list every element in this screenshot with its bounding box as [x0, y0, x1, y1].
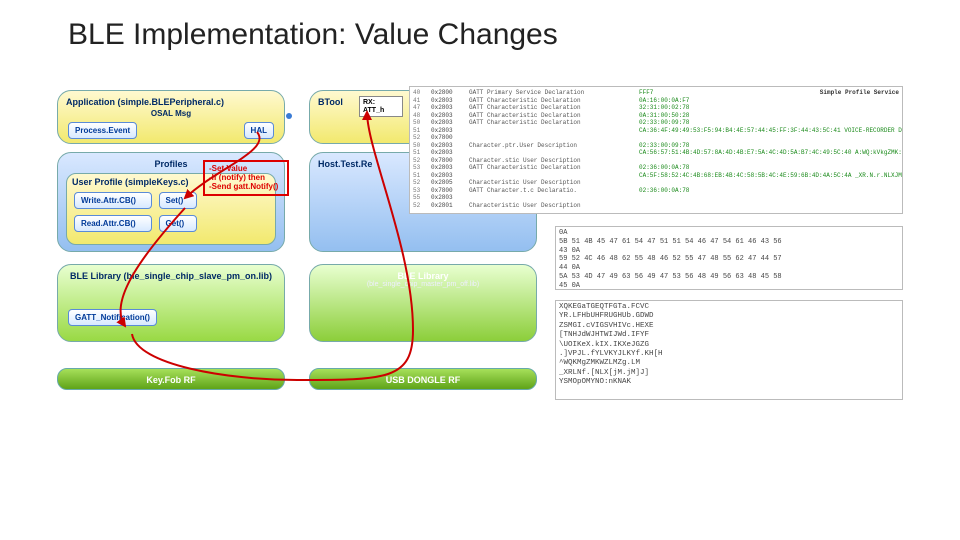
hex-line: 43 0A [559, 247, 899, 256]
ble-library-master-sub: (ble_single_chip_master_pm_off.lib) [318, 281, 528, 288]
gatt-notification-btn: GATT_Notification() [68, 309, 157, 326]
set-value-callout: -Set Value -If (notify) then -Send gatt.… [203, 160, 289, 196]
hex-dump: 0A5B 51 4B 45 47 61 54 47 51 51 54 46 47… [555, 226, 903, 290]
application-label: Application (simple.BLEPeripheral.c) [66, 97, 224, 107]
blob-line: XQKEGaTGEQTFGTa.FCVC [559, 303, 899, 312]
attribute-row: 530x7800GATT Character.t.c Declaratio.02… [413, 187, 899, 195]
blob-line: .]VPJL.fYLVKYJLKYf.KH[H [559, 350, 899, 359]
osal-msg-label: OSAL Msg [66, 109, 276, 118]
blob-line: ^WQKMgZMKWZLMZg.LM [559, 359, 899, 368]
blob-line: ZSMGI.cVIGSVHIVc.HEXE [559, 322, 899, 331]
hex-line: 0A [559, 229, 899, 238]
ble-library-master-panel: BLE Library (ble_single_chip_master_pm_o… [309, 264, 537, 342]
attribute-row: 480x2803GATT Characteristic Declaration0… [413, 112, 899, 120]
hex-line: 5B 51 4B 45 47 61 54 47 51 51 54 46 47 5… [559, 238, 899, 247]
read-attr-cb-btn: Read.Attr.CB() [74, 215, 152, 232]
text-blob: XQKEGaTGEQTFGTa.FCVCYR.LFHbUHFRUGHUb.GDW… [555, 300, 903, 400]
application-panel: Application (simple.BLEPeripheral.c) OSA… [57, 90, 285, 144]
btool-label: BTool [318, 97, 343, 107]
hex-line: 5A 53 4D 47 49 63 56 49 47 53 56 48 49 5… [559, 273, 899, 282]
attribute-row: 410x2803GATT Characteristic Declaration0… [413, 97, 899, 105]
attribute-row: 510x2803CA:5F:58:52:4C:4B:68:EB:4B:4C:58… [413, 172, 899, 180]
attribute-row: 500x2803GATT Characteristic Declaration0… [413, 119, 899, 127]
attribute-row: 520x7800Character.stic User Description [413, 157, 899, 165]
write-attr-cb-btn: Write.Attr.CB() [74, 192, 152, 209]
ble-library-slave-panel: BLE Library (ble_single_chip_slave_pm_on… [57, 264, 285, 342]
hal-btn: HAL [244, 122, 274, 139]
attribute-row: 520x2805Characteristic User Description [413, 179, 899, 187]
blob-line: YR.LFHbUHFRUGHUb.GDWD [559, 312, 899, 321]
left-stack: Application (simple.BLEPeripheral.c) OSA… [57, 90, 285, 350]
btool-rx-label: RX: [363, 99, 399, 107]
attribute-table-tag: Simple Profile Service [820, 89, 899, 97]
attribute-row: 500x2803Character.ptr.User Description02… [413, 142, 899, 150]
usb-dongle-rf-bar: USB DONGLE RF [309, 368, 537, 390]
btool-rx-box: RX: ATT_h [359, 96, 403, 117]
attribute-table: Simple Profile Service 400x2800GATT Prim… [409, 86, 903, 214]
attribute-row: 550x2803 [413, 194, 899, 202]
hex-line: 59 52 4C 46 48 62 55 48 46 52 55 47 48 5… [559, 255, 899, 264]
attribute-row: 510x2803CA:36:4F:49:49:53:F5:94:B4:4E:57… [413, 127, 899, 135]
attribute-row: 520x7800 [413, 134, 899, 142]
hex-line: 44 0A [559, 264, 899, 273]
ble-library-slave-label: BLE Library (ble_single_chip_slave_pm_on… [66, 271, 276, 281]
slide-title: BLE Implementation: Value Changes [0, 0, 960, 52]
process-event-btn: Process.Event [68, 122, 137, 139]
hex-line: 45 0A [559, 282, 899, 291]
set-btn: Set() [159, 192, 197, 209]
keyfob-rf-bar: Key.Fob RF [57, 368, 285, 390]
user-profile-label: User Profile (simpleKeys.c) [72, 177, 189, 187]
btool-att-label: ATT_h [363, 107, 399, 115]
attribute-row: 520x2801Characteristic User Description [413, 202, 899, 210]
ble-library-master-label: BLE Library [318, 271, 528, 281]
attribute-row: 470x2803GATT Characteristic Declaration3… [413, 104, 899, 112]
attribute-row: 530x2803GATT Characteristic Declaration0… [413, 164, 899, 172]
blob-line: YSMOpOMYNO:nKNAK [559, 378, 899, 387]
callout-line3: -Send gatt.Notify() [209, 182, 283, 191]
callout-line2: -If (notify) then [209, 173, 283, 182]
blob-line: _XRLNf.[NLX[jM.jM]J] [559, 369, 899, 378]
get-btn: Get() [159, 215, 197, 232]
blob-line: [TNHJdWJHTWIJWd.IFYF [559, 331, 899, 340]
callout-line1: -Set Value [209, 164, 283, 173]
ble-diagram: Application (simple.BLEPeripheral.c) OSA… [57, 90, 903, 510]
blob-line: \UOIKeX.kIX.IKXeJGZG [559, 341, 899, 350]
host-test-label: Host.Test.Re [318, 159, 372, 169]
attribute-row: 510x2803CA:56:57:51:4B:4D:57:8A:4D:4B:E7… [413, 149, 899, 157]
